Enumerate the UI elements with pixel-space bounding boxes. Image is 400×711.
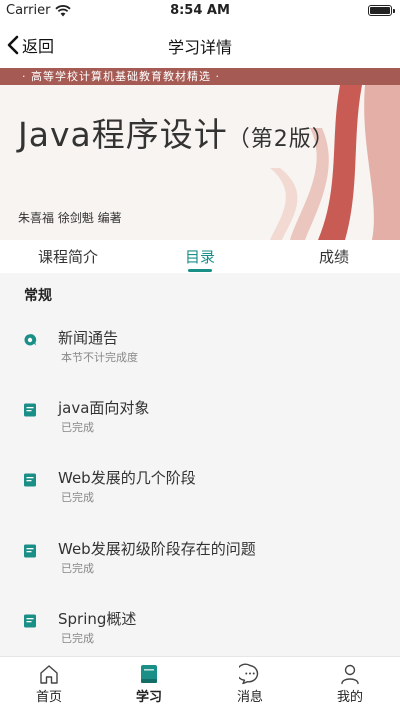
document-icon bbox=[24, 403, 36, 417]
lesson-name: java面向对象 bbox=[58, 399, 150, 417]
book-icon bbox=[141, 665, 157, 683]
cover-edition: （第2版） bbox=[227, 127, 335, 152]
bottom-tab-bar: 首页 学习 消息 我的 bbox=[0, 656, 400, 711]
list-item[interactable]: Web发展的几个阶段 已完成 bbox=[0, 467, 400, 515]
book-cover-image: · 高等学校计算机基础教育教材精选 · Java程序设计（第2版） 朱喜福 徐剑… bbox=[0, 68, 400, 240]
document-icon bbox=[24, 614, 36, 628]
status-time: 8:54 AM bbox=[170, 3, 230, 18]
lesson-name: Web发展的几个阶段 bbox=[58, 469, 196, 487]
tab-bar-label: 首页 bbox=[35, 690, 62, 705]
lesson-status: 本节不计完成度 bbox=[61, 351, 138, 364]
tab-grades[interactable]: 成绩 bbox=[316, 246, 352, 267]
lesson-name: Spring概述 bbox=[58, 610, 137, 628]
list-item[interactable]: 新闻通告 本节不计完成度 bbox=[0, 327, 400, 375]
list-item[interactable]: Spring概述 已完成 bbox=[0, 608, 400, 656]
tab-bar-label: 消息 bbox=[236, 690, 263, 705]
active-tab-indicator bbox=[188, 269, 212, 272]
tab-bar-home[interactable]: 首页 bbox=[19, 663, 79, 705]
tab-bar-messages[interactable]: 消息 bbox=[220, 663, 280, 705]
document-icon bbox=[24, 473, 36, 487]
tab-bar-label: 我的 bbox=[336, 690, 363, 705]
user-icon bbox=[341, 664, 359, 685]
chat-bubble-icon bbox=[24, 334, 37, 346]
section-title: 常规 bbox=[24, 288, 52, 304]
message-icon bbox=[239, 663, 259, 685]
lesson-name: 新闻通告 bbox=[58, 329, 119, 347]
tab-course-intro[interactable]: 课程简介 bbox=[36, 246, 100, 267]
tab-bar-study[interactable]: 学习 bbox=[119, 663, 179, 705]
list-item[interactable]: java面向对象 已完成 bbox=[0, 397, 400, 445]
status-bar: Carrier 8:54 AM bbox=[0, 0, 400, 22]
lesson-name: Web发展初级阶段存在的问题 bbox=[58, 540, 256, 558]
tab-strip: 课程简介 目录 成绩 bbox=[0, 240, 400, 273]
tab-bar-profile[interactable]: 我的 bbox=[320, 663, 380, 705]
tab-contents[interactable]: 目录 bbox=[180, 246, 220, 267]
contents-list: 常规 新闻通告 本节不计完成度 java面向对象 已完成 Web发展的几个阶段 … bbox=[0, 273, 400, 656]
navigation-bar: 返回 学习详情 bbox=[0, 22, 400, 68]
home-icon bbox=[40, 665, 58, 684]
battery-icon bbox=[368, 5, 395, 16]
lesson-status: 已完成 bbox=[61, 632, 94, 645]
cover-series-banner: · 高等学校计算机基础教育教材精选 · bbox=[0, 68, 400, 85]
lesson-status: 已完成 bbox=[61, 562, 94, 575]
cover-authors: 朱喜福 徐剑魁 编著 bbox=[18, 211, 122, 225]
tab-bar-label: 学习 bbox=[135, 690, 162, 705]
list-item[interactable]: Web发展初级阶段存在的问题 已完成 bbox=[0, 538, 400, 586]
document-icon bbox=[24, 544, 36, 558]
lesson-status: 已完成 bbox=[61, 491, 94, 504]
cover-book-title: Java程序设计（第2版） bbox=[18, 108, 335, 156]
page-title: 学习详情 bbox=[167, 38, 232, 57]
lesson-status: 已完成 bbox=[61, 421, 94, 434]
cover-title-text: Java程序设计 bbox=[18, 115, 228, 154]
